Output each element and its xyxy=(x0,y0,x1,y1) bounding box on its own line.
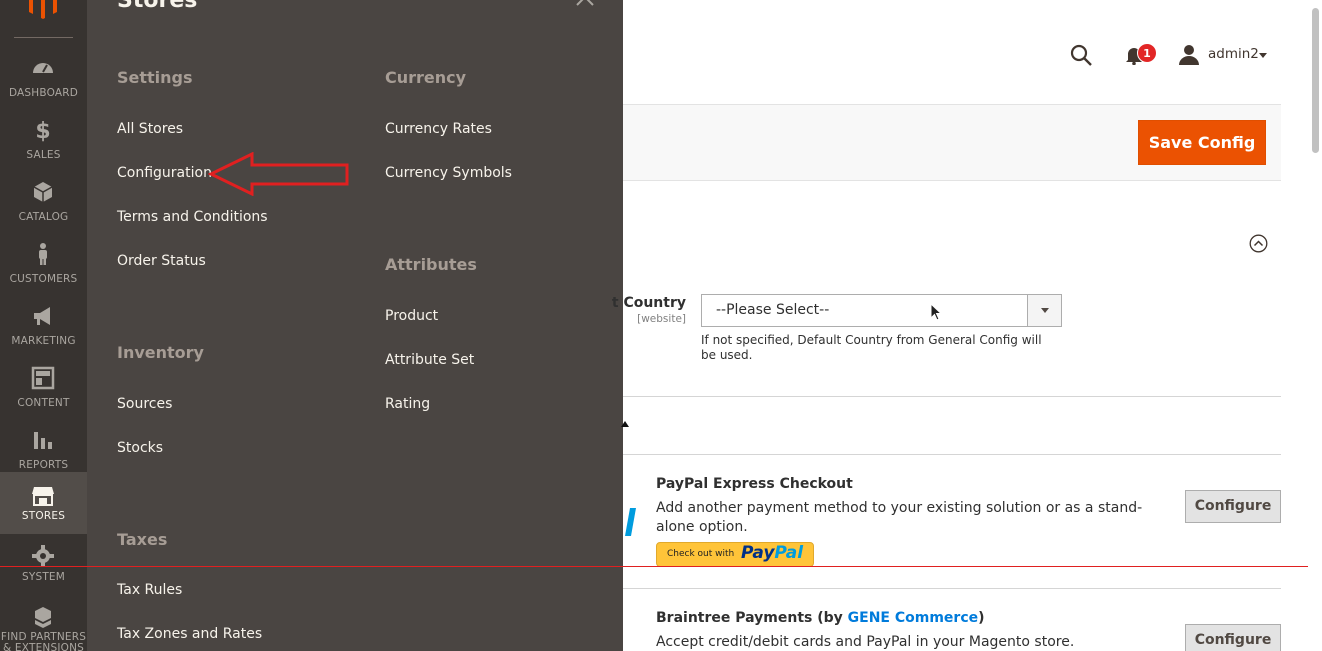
group-title-inventory: Inventory xyxy=(117,343,204,362)
sidebar-item-label: MARKETING xyxy=(11,335,76,347)
sidebar-item-label: CUSTOMERS xyxy=(9,273,78,285)
gene-commerce-link[interactable]: GENE Commerce xyxy=(848,610,978,626)
panel-title: Stores xyxy=(117,0,198,13)
sidebar-item-stores[interactable]: STORES xyxy=(0,472,87,534)
menu-link-tax-rules[interactable]: Tax Rules xyxy=(117,582,182,598)
svg-text:$: $ xyxy=(35,119,50,142)
dashboard-icon xyxy=(33,63,53,73)
paypal-checkout-button[interactable]: Check out with PayPal xyxy=(656,542,814,567)
mouse-cursor-icon xyxy=(930,303,942,321)
notification-badge[interactable]: 1 xyxy=(1137,43,1157,63)
sidebar-item-label: REPORTS xyxy=(18,459,69,471)
section-divider xyxy=(623,588,1281,589)
merchant-country-label: t Country xyxy=(611,295,686,311)
sidebar-item-find-partners[interactable]: FIND PARTNERS & EXTENSIONS xyxy=(0,602,87,651)
sidebar-item-dashboard[interactable]: DASHBOARD xyxy=(0,50,87,112)
sidebar-item-customers[interactable]: CUSTOMERS xyxy=(0,236,87,298)
select-toggle[interactable] xyxy=(1027,295,1061,326)
sidebar-item-label: FIND PARTNERS & EXTENSIONS xyxy=(0,631,87,651)
sidebar-item-label: CATALOG xyxy=(18,211,69,223)
user-icon[interactable] xyxy=(1178,44,1200,66)
select-value: --Please Select-- xyxy=(716,302,830,318)
sidebar-item-system[interactable]: SYSTEM xyxy=(0,540,87,602)
magento-logo-icon[interactable] xyxy=(26,0,60,20)
chevron-down-icon xyxy=(1041,308,1049,313)
group-title-attributes: Attributes xyxy=(385,255,477,274)
person-icon xyxy=(39,243,47,265)
gear-icon xyxy=(32,545,54,567)
admin-sidebar: DASHBOARD $ SALES CATALOG CUSTOMERS MARK… xyxy=(0,0,87,651)
sidebar-item-catalog[interactable]: CATALOG xyxy=(0,174,87,236)
menu-link-tax-zones-and-rates[interactable]: Tax Zones and Rates xyxy=(117,626,262,642)
stores-menu-panel: Stores Settings All Stores Configuration… xyxy=(87,0,623,651)
menu-link-currency-rates[interactable]: Currency Rates xyxy=(385,121,492,137)
annotation-line xyxy=(0,566,1322,567)
paypal-express-configure-button[interactable]: Configure xyxy=(1185,490,1281,523)
menu-link-terms-and-conditions[interactable]: Terms and Conditions xyxy=(117,209,268,225)
sidebar-item-label: SALES xyxy=(26,149,61,161)
braintree-description: Accept credit/debit cards and PayPal in … xyxy=(656,634,1075,650)
dollar-icon: $ xyxy=(35,119,50,142)
section-divider xyxy=(623,396,1281,397)
chevron-down-icon[interactable] xyxy=(1258,52,1268,59)
collapse-section-icon[interactable] xyxy=(1249,234,1268,253)
menu-link-sources[interactable]: Sources xyxy=(117,396,172,412)
merchant-country-select[interactable]: --Please Select-- xyxy=(701,294,1062,327)
admin-user-menu[interactable]: admin2 xyxy=(1208,46,1259,62)
group-title-currency: Currency xyxy=(385,68,467,87)
menu-link-stocks[interactable]: Stocks xyxy=(117,440,163,456)
menu-link-configuration[interactable]: Configuration xyxy=(117,165,212,181)
menu-link-all-stores[interactable]: All Stores xyxy=(117,121,183,137)
search-icon[interactable] xyxy=(1070,44,1092,66)
storefront-icon xyxy=(32,487,54,506)
sidebar-item-label: CONTENT xyxy=(17,397,70,409)
sidebar-item-content[interactable]: CONTENT xyxy=(0,360,87,422)
cube-icon xyxy=(33,182,53,202)
braintree-title: Braintree Payments (by GENE Commerce) xyxy=(656,610,985,626)
menu-link-product[interactable]: Product xyxy=(385,308,438,324)
paypal-wordmark: PayPal xyxy=(741,543,804,563)
scrollbar-thumb[interactable] xyxy=(1312,8,1319,153)
paypal-logo-icon xyxy=(625,508,636,536)
boxes-icon xyxy=(35,607,51,628)
sidebar-item-label: SYSTEM xyxy=(21,571,66,583)
field-note: If not specified, Default Country from G… xyxy=(701,333,1042,362)
section-divider xyxy=(623,454,1281,455)
group-title-settings: Settings xyxy=(117,68,193,87)
annotation-arrow-icon xyxy=(208,152,349,196)
expand-triangle-icon[interactable] xyxy=(620,420,630,428)
sidebar-item-label: DASHBOARD xyxy=(8,87,79,99)
menu-link-currency-symbols[interactable]: Currency Symbols xyxy=(385,165,512,181)
field-scope-label: [website] xyxy=(637,313,686,325)
paypal-express-description: Add another payment method to your exist… xyxy=(656,500,1143,535)
save-config-button[interactable]: Save Config xyxy=(1138,120,1266,165)
bar-chart-icon xyxy=(34,432,52,449)
group-title-taxes: Taxes xyxy=(117,530,168,549)
braintree-configure-button[interactable]: Configure xyxy=(1185,624,1281,651)
sidebar-divider xyxy=(14,37,73,38)
sidebar-item-sales[interactable]: $ SALES xyxy=(0,112,87,174)
paypal-express-title: PayPal Express Checkout xyxy=(656,476,853,492)
sidebar-item-marketing[interactable]: MARKETING xyxy=(0,298,87,360)
menu-link-attribute-set[interactable]: Attribute Set xyxy=(385,352,474,368)
megaphone-icon xyxy=(34,307,50,325)
sidebar-item-label: STORES xyxy=(21,510,66,522)
menu-link-rating[interactable]: Rating xyxy=(385,396,430,412)
paypal-button-caption: Check out with xyxy=(667,549,735,559)
layout-icon xyxy=(31,366,55,390)
close-icon[interactable] xyxy=(575,0,595,7)
menu-link-order-status[interactable]: Order Status xyxy=(117,253,206,269)
